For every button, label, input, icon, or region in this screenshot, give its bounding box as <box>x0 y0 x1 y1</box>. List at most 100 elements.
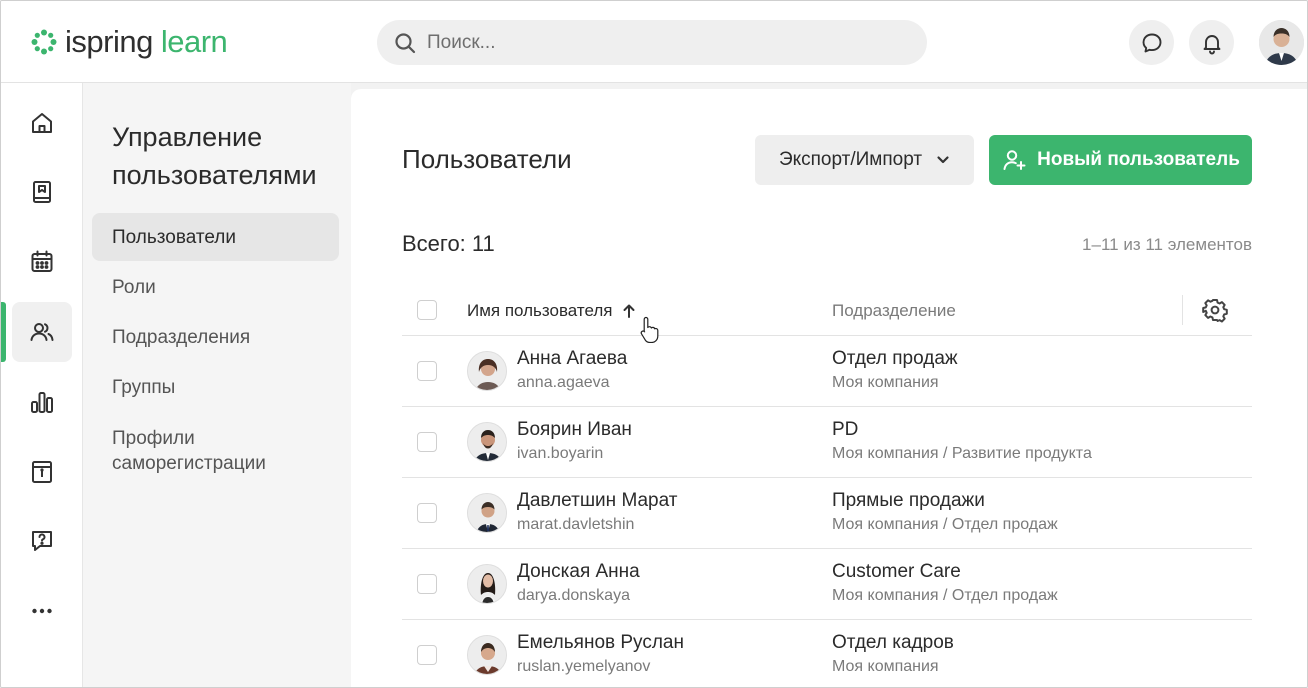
profile-photo-icon <box>468 565 506 603</box>
department-path: Моя компания / Отдел продаж <box>832 587 1058 604</box>
nav-home[interactable] <box>12 93 72 153</box>
user-department: Отдел кадров <box>832 632 954 653</box>
department-path: Моя компания / Отдел продаж <box>832 516 1058 533</box>
export-import-label: Экспорт/Импорт <box>778 149 923 170</box>
user-department: Прямые продажи <box>832 490 985 511</box>
new-user-label: Новый пользователь <box>1037 149 1240 170</box>
profile-photo-icon <box>468 494 506 532</box>
search-icon <box>395 32 416 53</box>
total-count: Всего: 11 <box>402 231 495 256</box>
user-name[interactable]: Емельянов Руслан <box>517 632 684 654</box>
more-icon <box>32 608 52 614</box>
search-input[interactable] <box>427 31 907 54</box>
row-checkbox[interactable] <box>417 361 437 381</box>
top-bar: ispring learn <box>1 1 1307 83</box>
info-board-icon <box>32 461 52 483</box>
department-path: Моя компания <box>832 658 939 675</box>
profile-photo-icon <box>468 636 506 674</box>
sidebar-item-roles[interactable]: Роли <box>92 263 339 311</box>
user-name[interactable]: Анна Агаева <box>517 348 627 370</box>
home-icon <box>32 113 52 133</box>
row-checkbox[interactable] <box>417 432 437 452</box>
user-department: Отдел продаж <box>832 348 958 369</box>
app-window: ispring learn Поиск... Управление пользо… <box>0 0 1308 688</box>
nav-courses[interactable] <box>12 162 72 222</box>
search-bar[interactable] <box>377 20 927 65</box>
table-header: Имя пользователя Подразделение <box>402 285 1252 343</box>
user-department: Customer Care <box>832 561 961 582</box>
user-login: ruslan.yemelyanov <box>517 658 651 675</box>
reports-icon <box>31 392 53 413</box>
nav-rail <box>1 83 83 687</box>
help-chat-icon <box>32 531 52 551</box>
user-department: PD <box>832 419 859 440</box>
users-icon <box>30 323 54 341</box>
bell-icon <box>1203 34 1220 54</box>
nav-info[interactable] <box>12 442 72 502</box>
department-path: Моя компания / Развитие продукта <box>832 445 1092 462</box>
main-content: Пользователи Экспорт/Импорт Новый пользо… <box>351 89 1307 687</box>
page-title: Пользователи <box>402 144 572 174</box>
messages-button[interactable] <box>1129 20 1174 65</box>
chat-bubble-icon <box>1142 33 1161 52</box>
new-user-button[interactable]: Новый пользователь <box>989 135 1252 185</box>
row-checkbox[interactable] <box>417 503 437 523</box>
row-checkbox[interactable] <box>417 645 437 665</box>
table-row[interactable]: Емельянов Руслан ruslan.yemelyanov Отдел… <box>402 620 1252 687</box>
user-login: ivan.boyarin <box>517 445 604 462</box>
user-avatar <box>467 351 507 391</box>
add-user-icon <box>1003 150 1026 170</box>
logo-mark-icon <box>31 29 57 55</box>
logo-product: learn <box>160 24 228 59</box>
user-avatar <box>467 422 507 462</box>
profile-photo-icon <box>1259 20 1304 65</box>
profile-photo-icon <box>468 423 506 461</box>
user-avatar <box>467 493 507 533</box>
table-row[interactable]: Донская Анна darya.donskaya Customer Car… <box>402 549 1252 620</box>
user-avatar[interactable] <box>1259 20 1304 65</box>
column-header-name[interactable]: Имя пользователя <box>467 301 637 321</box>
sidebar-item-self-registration[interactable]: Профили саморегистрации <box>92 425 312 477</box>
sidebar-item-departments[interactable]: Подразделения <box>92 313 339 361</box>
nav-calendar[interactable] <box>12 232 72 292</box>
table-row[interactable]: Давлетшин Марат marat.davletshin Прямые … <box>402 478 1252 549</box>
book-icon <box>33 181 51 203</box>
user-login: marat.davletshin <box>517 516 635 533</box>
row-checkbox[interactable] <box>417 574 437 594</box>
table-row[interactable]: Анна Агаева anna.agaeva Отдел продаж Моя… <box>402 336 1252 407</box>
users-table: Имя пользователя Подразделение Анна Агае… <box>402 285 1252 687</box>
department-path: Моя компания <box>832 374 939 391</box>
user-name[interactable]: Давлетшин Марат <box>517 490 677 512</box>
section-title: Управление пользователями <box>112 122 317 190</box>
table-row[interactable]: Боярин Иван ivan.boyarin PD Моя компания… <box>402 407 1252 478</box>
nav-help[interactable] <box>12 511 72 571</box>
nav-reports[interactable] <box>12 372 72 432</box>
user-login: anna.agaeva <box>517 374 610 391</box>
sidebar-item-groups[interactable]: Группы <box>92 363 339 411</box>
profile-photo-icon <box>468 352 506 390</box>
notifications-button[interactable] <box>1189 20 1234 65</box>
sidebar-item-users[interactable]: Пользователи <box>92 213 339 261</box>
nav-more[interactable] <box>12 581 72 641</box>
user-name[interactable]: Донская Анна <box>517 561 640 583</box>
column-header-department[interactable]: Подразделение <box>832 301 956 321</box>
calendar-icon <box>31 250 53 272</box>
user-login: darya.donskaya <box>517 587 630 604</box>
nav-active-indicator <box>1 302 6 362</box>
select-all-checkbox[interactable] <box>417 300 437 320</box>
user-name[interactable]: Боярин Иван <box>517 419 632 441</box>
sort-ascending-icon <box>623 304 634 318</box>
user-avatar <box>467 635 507 675</box>
nav-users[interactable] <box>12 302 72 362</box>
logo-brand: ispring <box>65 24 153 59</box>
logo-text: ispring learn <box>65 24 228 60</box>
column-divider <box>1182 295 1183 325</box>
pagination-range: 1–11 из 11 элементов <box>1082 235 1252 254</box>
logo[interactable]: ispring learn <box>31 23 228 61</box>
column-name-label: Имя пользователя <box>467 301 613 320</box>
chevron-down-icon <box>937 156 949 164</box>
gear-icon[interactable] <box>1202 297 1228 323</box>
section-sidebar: Управление пользователями Пользователи Р… <box>83 83 351 687</box>
user-avatar <box>467 564 507 604</box>
export-import-button[interactable]: Экспорт/Импорт <box>755 135 974 185</box>
